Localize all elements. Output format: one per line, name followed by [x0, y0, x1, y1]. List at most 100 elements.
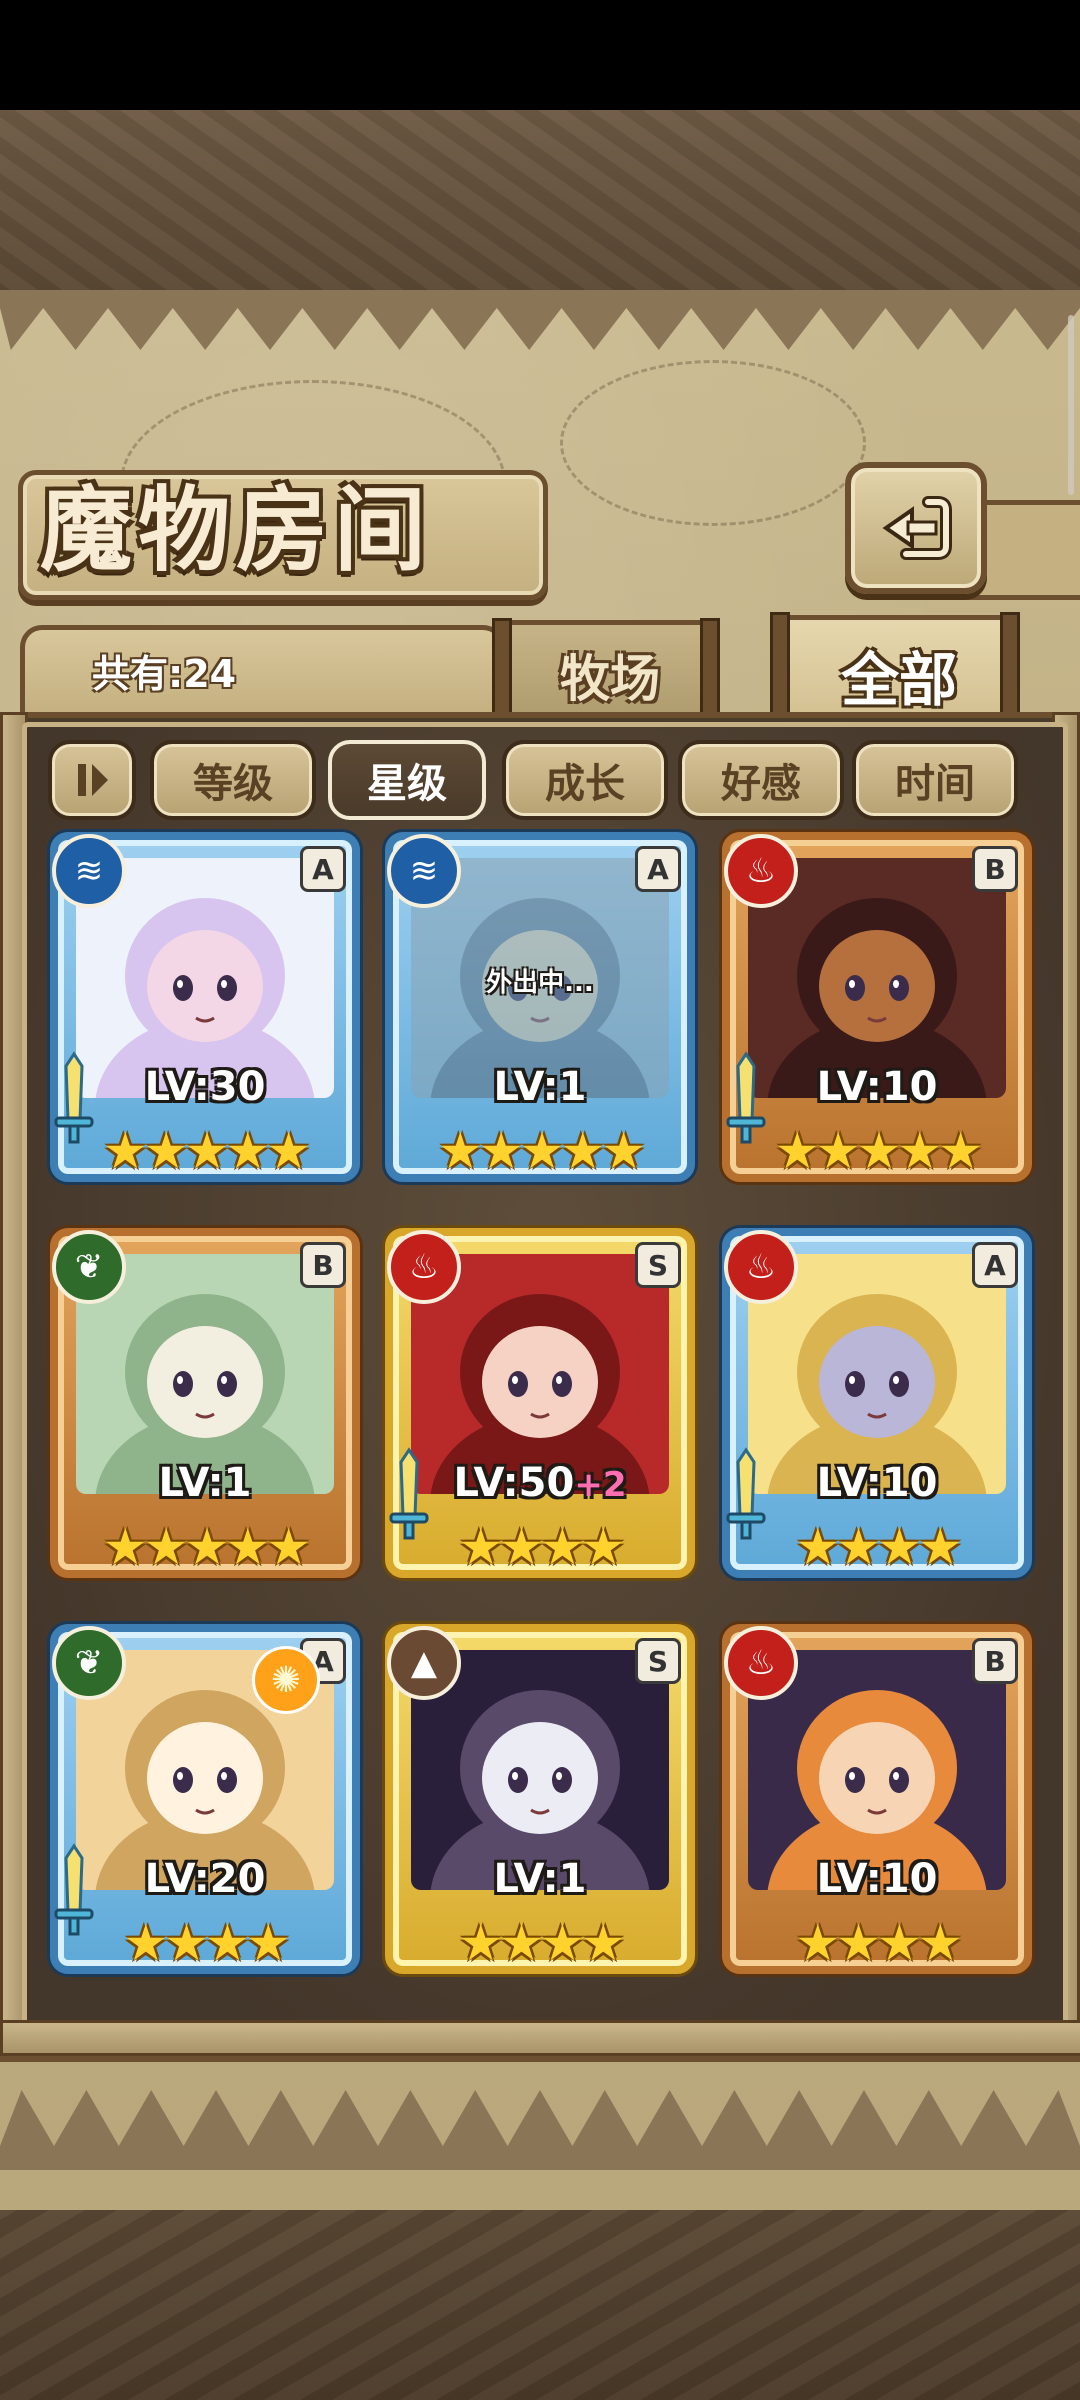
star-icon: ★ — [836, 1914, 881, 1972]
level-bonus: +2 — [574, 1465, 627, 1505]
star-icon: ★ — [580, 1914, 626, 1972]
star-icon: ★ — [266, 1518, 311, 1576]
level-text: LV:10 — [816, 1460, 938, 1506]
star-icon: ★ — [205, 1914, 250, 1972]
star-icon: ★ — [184, 1122, 230, 1180]
star-icon: ★ — [143, 1122, 189, 1180]
water-element-icon: ≋ — [387, 834, 461, 908]
monster-level: LV:10 — [722, 1460, 1032, 1506]
away-status: 外出中... — [486, 968, 594, 998]
back-button[interactable] — [845, 462, 987, 594]
filter-affection[interactable]: 好感 — [678, 740, 844, 820]
map-route-decoration — [560, 360, 866, 526]
filter-star[interactable]: 星级 — [328, 740, 486, 820]
star-icon: ★ — [266, 1122, 311, 1180]
fire-element-icon: ♨ — [724, 1230, 798, 1304]
star-rating: ★★★★ — [722, 1914, 1032, 1972]
star-icon: ★ — [856, 1122, 902, 1180]
star-rating: ★★★★★ — [50, 1122, 360, 1180]
star-icon: ★ — [102, 1122, 148, 1180]
star-icon: ★ — [795, 1518, 840, 1576]
monster-level: LV:20 — [50, 1856, 360, 1902]
star-icon: ★ — [580, 1518, 626, 1576]
filter-growth[interactable]: 成长 — [502, 740, 668, 820]
star-icon: ★ — [540, 1518, 585, 1576]
level-text: LV:10 — [816, 1856, 938, 1902]
star-icon: ★ — [897, 1122, 942, 1180]
board-frame-bottom — [0, 2020, 1080, 2056]
tab-post — [770, 612, 790, 728]
star-icon: ★ — [601, 1122, 646, 1180]
star-rating: ★★★★ — [385, 1518, 695, 1576]
rank-badge: S — [635, 1638, 681, 1684]
map-background-bottom — [0, 2210, 1080, 2400]
star-icon: ★ — [245, 1914, 291, 1972]
back-arrow-icon — [882, 496, 952, 560]
sort-order-icon — [78, 764, 108, 796]
monster-level: LV:1 — [50, 1460, 360, 1506]
fire-element-icon: ♨ — [387, 1230, 461, 1304]
water-element-icon: ≋ — [52, 834, 126, 908]
scroll-indicator — [1068, 315, 1074, 495]
status-bar — [0, 0, 1080, 110]
monster-card[interactable]: ▲ S LV:1 ★★★★ — [385, 1624, 695, 1984]
monster-card[interactable]: ♨ S LV:50+2 ★★★★ — [385, 1228, 695, 1588]
star-icon: ★ — [519, 1122, 565, 1180]
star-icon: ★ — [102, 1518, 148, 1576]
star-icon: ★ — [774, 1122, 820, 1180]
monster-card[interactable]: ❦ A ✺ LV:20 ★★★★ — [50, 1624, 360, 1984]
sort-order-button[interactable] — [48, 740, 136, 820]
star-icon: ★ — [815, 1122, 861, 1180]
monster-level: LV:30 — [50, 1064, 360, 1110]
star-icon: ★ — [123, 1914, 168, 1972]
level-text: LV:30 — [144, 1064, 266, 1110]
monster-card[interactable]: ♨ A LV:10 ★★★★ — [722, 1228, 1032, 1588]
star-icon: ★ — [917, 1914, 963, 1972]
monster-card[interactable]: ≋ A LV:30 ★★★★★ — [50, 832, 360, 1192]
rank-badge: A — [300, 846, 346, 892]
earth-element-icon: ▲ — [387, 1626, 461, 1700]
star-rating: ★★★★ — [722, 1518, 1032, 1576]
monster-card[interactable]: ♨ B LV:10 ★★★★ — [722, 1624, 1032, 1984]
star-icon: ★ — [478, 1122, 524, 1180]
level-text: LV:10 — [816, 1064, 938, 1110]
monster-level: LV:10 — [722, 1064, 1032, 1110]
star-rating: ★★★★★ — [722, 1122, 1032, 1180]
grass-element-icon: ❦ — [52, 1626, 126, 1700]
monster-card[interactable]: ❦ B LV:1 ★★★★★ — [50, 1228, 360, 1588]
rank-badge: B — [972, 846, 1018, 892]
orange-badge-icon: ✺ — [252, 1646, 320, 1714]
monster-card[interactable]: ♨ B LV:10 ★★★★★ — [722, 832, 1032, 1192]
level-text: LV:1 — [158, 1460, 252, 1506]
fire-element-icon: ♨ — [724, 834, 798, 908]
star-icon: ★ — [164, 1914, 209, 1972]
page-title: 魔物房间 — [40, 476, 433, 584]
star-icon: ★ — [184, 1518, 230, 1576]
monster-count: 共有:24 — [92, 652, 237, 696]
rank-badge: A — [635, 846, 681, 892]
star-icon: ★ — [458, 1518, 503, 1576]
tab-ranch[interactable]: 牧场 — [500, 620, 720, 725]
star-icon: ★ — [938, 1122, 983, 1180]
map-background-top — [0, 110, 1080, 300]
monster-card[interactable]: ≋ A 外出中... LV:1 ★★★★★ — [385, 832, 695, 1192]
star-icon: ★ — [795, 1914, 840, 1972]
star-icon: ★ — [877, 1518, 922, 1576]
star-icon: ★ — [917, 1518, 963, 1576]
rank-badge: S — [635, 1242, 681, 1288]
star-icon: ★ — [560, 1122, 605, 1180]
grass-element-icon: ❦ — [52, 1230, 126, 1304]
filter-time[interactable]: 时间 — [852, 740, 1018, 820]
star-icon: ★ — [225, 1122, 270, 1180]
level-text: LV:50 — [453, 1460, 575, 1506]
rank-badge: A — [972, 1242, 1018, 1288]
tab-post — [1000, 612, 1020, 728]
star-icon: ★ — [143, 1518, 189, 1576]
star-icon: ★ — [458, 1914, 503, 1972]
star-icon: ★ — [225, 1518, 270, 1576]
filter-level[interactable]: 等级 — [150, 740, 316, 820]
star-icon: ★ — [877, 1914, 922, 1972]
star-icon: ★ — [437, 1122, 483, 1180]
monster-level: LV:1 — [385, 1856, 695, 1902]
monster-level: LV:1 — [385, 1064, 695, 1110]
